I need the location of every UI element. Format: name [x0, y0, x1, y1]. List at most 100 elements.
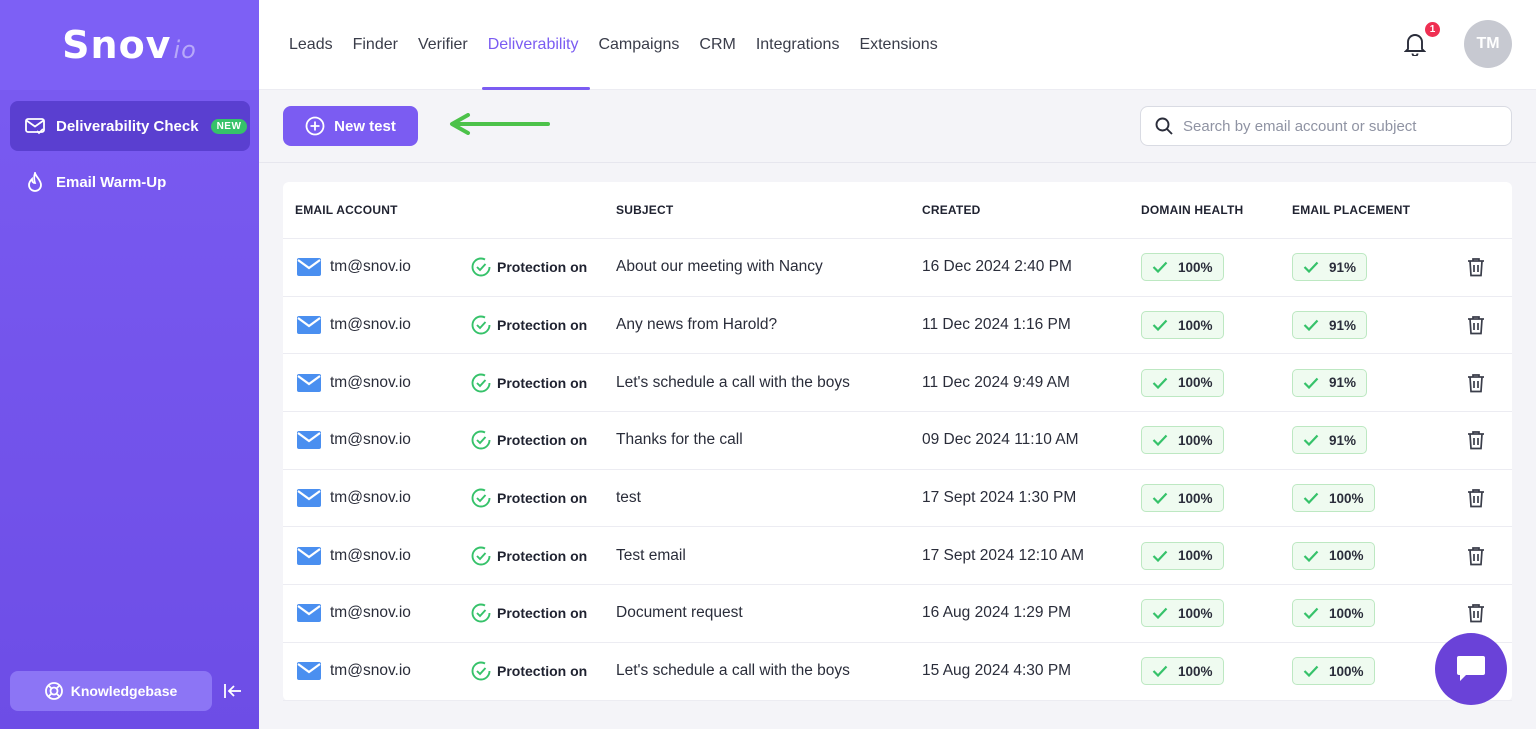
domain-health-badge: 100%	[1141, 657, 1224, 686]
logo-suffix: io	[173, 36, 197, 64]
email-placement-badge: 100%	[1292, 657, 1375, 686]
shield-check-icon	[471, 488, 491, 508]
header-email-account[interactable]: EMAIL ACCOUNT	[295, 203, 398, 217]
nav-verifier[interactable]: Verifier	[418, 0, 468, 90]
delete-button[interactable]	[1467, 257, 1485, 277]
row-email: tm@snov.io	[330, 662, 411, 680]
email-placement-badge: 100%	[1292, 484, 1375, 513]
protection-status: Protection on	[471, 257, 587, 277]
header-created[interactable]: CREATED	[922, 203, 981, 217]
check-icon	[1152, 434, 1168, 447]
avatar[interactable]: TM	[1464, 20, 1512, 68]
nav-leads[interactable]: Leads	[289, 0, 333, 90]
protection-label: Protection on	[497, 432, 588, 449]
domain-health-badge: 100%	[1141, 253, 1224, 282]
table-row[interactable]: tm@snov.io Protection on test 17 Sept 20…	[283, 470, 1512, 528]
protection-label: Protection on	[497, 663, 588, 680]
row-subject: About our meeting with Nancy	[616, 258, 823, 276]
delete-button[interactable]	[1467, 546, 1485, 566]
domain-health-badge: 100%	[1141, 599, 1224, 628]
trash-icon	[1468, 431, 1484, 450]
new-test-label: New test	[334, 117, 396, 135]
domain-health-badge: 100%	[1141, 426, 1224, 455]
protection-label: Protection on	[497, 317, 588, 334]
protection-label: Protection on	[497, 374, 588, 391]
sidebar-item-label: Email Warm-Up	[56, 173, 167, 191]
table-body: tm@snov.io Protection on About our meeti…	[283, 239, 1512, 701]
protection-status: Protection on	[471, 315, 587, 335]
trash-icon	[1468, 546, 1484, 566]
nav-campaigns[interactable]: Campaigns	[598, 0, 679, 90]
mail-icon	[297, 373, 321, 392]
check-icon	[1303, 607, 1319, 620]
check-icon	[1152, 665, 1168, 678]
row-created: 17 Sept 2024 12:10 AM	[922, 546, 1085, 564]
row-email: tm@snov.io	[330, 316, 411, 334]
search-input[interactable]	[1183, 117, 1483, 135]
protection-label: Protection on	[497, 259, 588, 276]
logo[interactable]: Snovio	[0, 0, 259, 90]
header-domain-health[interactable]: DOMAIN HEALTH	[1141, 203, 1243, 217]
table-row[interactable]: tm@snov.io Protection on Thanks for the …	[283, 412, 1512, 470]
email-placement-badge: 100%	[1292, 541, 1375, 570]
row-created: 17 Sept 2024 1:30 PM	[922, 489, 1077, 507]
email-placement-badge: 91%	[1292, 368, 1368, 397]
row-subject: Any news from Harold?	[616, 316, 778, 334]
email-placement-value: 100%	[1329, 663, 1364, 679]
new-test-button[interactable]: New test	[283, 106, 418, 146]
flame-icon	[24, 171, 46, 193]
domain-health-badge: 100%	[1141, 541, 1224, 570]
sidebar-item-email-warm-up[interactable]: Email Warm-Up	[10, 157, 250, 207]
nav-integrations[interactable]: Integrations	[756, 0, 840, 90]
sidebar-item-deliverability-check[interactable]: Deliverability Check NEW	[10, 101, 250, 151]
check-icon	[1152, 319, 1168, 332]
delete-button[interactable]	[1467, 315, 1485, 335]
knowledgebase-button[interactable]: Knowledgebase	[10, 671, 212, 711]
protection-label: Protection on	[497, 547, 588, 564]
email-placement-value: 91%	[1329, 432, 1357, 448]
bell-icon[interactable]	[1403, 32, 1428, 57]
header-subject[interactable]: SUBJECT	[616, 203, 673, 217]
domain-health-value: 100%	[1178, 375, 1213, 391]
trash-icon	[1468, 604, 1484, 623]
row-created: 11 Dec 2024 9:49 AM	[922, 373, 1070, 391]
shield-check-icon	[471, 315, 491, 335]
table-row[interactable]: tm@snov.io Protection on Document reques…	[283, 585, 1512, 643]
header-email-placement[interactable]: EMAIL PLACEMENT	[1292, 203, 1410, 217]
domain-health-value: 100%	[1178, 259, 1213, 275]
table-row[interactable]: tm@snov.io Protection on Let's schedule …	[283, 354, 1512, 413]
email-placement-value: 100%	[1329, 490, 1364, 506]
table-row[interactable]: tm@snov.io Protection on Test email 17 S…	[283, 527, 1512, 586]
shield-check-icon	[471, 430, 491, 450]
email-placement-badge: 91%	[1292, 426, 1368, 455]
row-email: tm@snov.io	[330, 489, 411, 507]
nav-deliverability[interactable]: Deliverability	[481, 0, 591, 90]
nav-finder[interactable]: Finder	[353, 0, 398, 90]
chat-widget-button[interactable]	[1435, 633, 1507, 705]
email-placement-value: 91%	[1329, 375, 1357, 391]
mail-icon	[297, 604, 321, 623]
shield-check-icon	[471, 373, 491, 393]
arrow-left-icon	[448, 113, 552, 140]
protection-status: Protection on	[471, 373, 587, 393]
check-icon	[1152, 607, 1168, 620]
table-row[interactable]: tm@snov.io Protection on About our meeti…	[283, 239, 1512, 297]
collapse-sidebar-button[interactable]	[222, 680, 244, 702]
sidebar: Snovio Deliverability Check NEW Email Wa…	[0, 0, 259, 729]
delete-button[interactable]	[1467, 488, 1485, 508]
delete-button[interactable]	[1467, 603, 1485, 623]
row-created: 15 Aug 2024 4:30 PM	[922, 662, 1072, 680]
table-row[interactable]: tm@snov.io Protection on Any news from H…	[283, 297, 1512, 355]
domain-health-badge: 100%	[1141, 484, 1224, 513]
delete-button[interactable]	[1467, 373, 1485, 393]
row-subject: Test email	[616, 546, 686, 564]
table-row[interactable]: tm@snov.io Protection on Let's schedule …	[283, 643, 1512, 701]
tests-table: EMAIL ACCOUNT SUBJECT CREATED DOMAIN HEA…	[283, 182, 1512, 701]
domain-health-badge: 100%	[1141, 368, 1224, 397]
check-icon	[1152, 492, 1168, 505]
nav-crm[interactable]: CRM	[699, 0, 735, 90]
nav-extensions[interactable]: Extensions	[859, 0, 937, 90]
delete-button[interactable]	[1467, 430, 1485, 450]
collapse-icon	[224, 684, 241, 698]
search-box[interactable]	[1140, 106, 1512, 146]
